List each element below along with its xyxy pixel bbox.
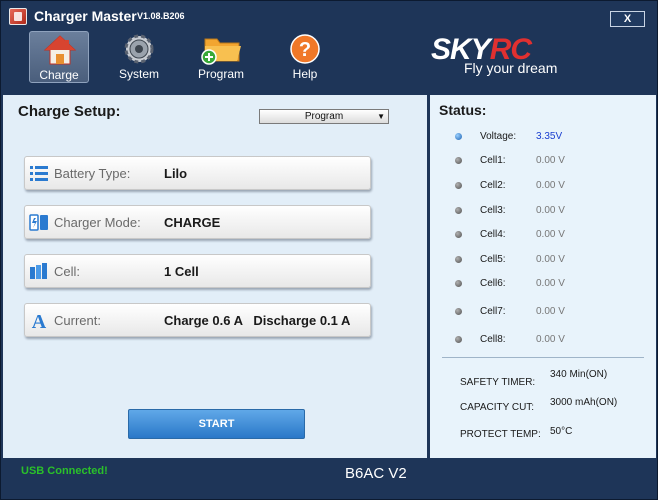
- battery-mode-icon: [29, 214, 48, 231]
- svg-text:A: A: [32, 311, 47, 330]
- status-led-icon: [455, 182, 462, 189]
- charge-setup-panel: Charge Setup: Program ▼ Battery Type: Li…: [3, 95, 427, 458]
- status-value: 0.00 V: [536, 254, 565, 265]
- status-led-icon: [455, 133, 462, 140]
- status-row-cell8: Cell8: 0.00 V: [430, 333, 656, 347]
- tab-system[interactable]: System: [109, 31, 169, 83]
- current-value: Charge 0.6 A Discharge 0.1 A: [164, 313, 351, 328]
- status-led-icon: [455, 336, 462, 343]
- current-row[interactable]: A Current: Charge 0.6 A Discharge 0.1 A: [24, 303, 371, 337]
- tab-system-label: System: [118, 67, 159, 81]
- question-icon: ?: [290, 34, 320, 64]
- svg-text:?: ?: [299, 39, 311, 61]
- status-bar: USB Connected! B6AC V2: [1, 460, 657, 499]
- current-label: Current:: [54, 313, 101, 328]
- house-icon: [43, 35, 77, 65]
- charge-setup-title: Charge Setup:: [18, 103, 121, 120]
- status-value: 0.00 V: [536, 334, 565, 345]
- protect-temp-value: 50°C: [550, 426, 573, 437]
- device-model: B6AC V2: [345, 465, 407, 482]
- status-label: Cell4:: [480, 229, 506, 240]
- tab-charge[interactable]: Charge: [29, 31, 89, 83]
- capacity-cut-label: CAPACITY CUT:: [460, 402, 535, 413]
- status-value: 0.00 V: [536, 306, 565, 317]
- chevron-down-icon: ▼: [377, 112, 385, 121]
- status-title: Status:: [439, 102, 487, 118]
- cell-label: Cell:: [54, 264, 81, 279]
- current-icon: A: [32, 311, 47, 330]
- usb-status: USB Connected!: [21, 465, 108, 477]
- charger-mode-label: Charger Mode:: [54, 215, 141, 230]
- gear-icon: [124, 34, 154, 64]
- status-label: Cell7:: [480, 306, 506, 317]
- status-value: 0.00 V: [536, 180, 565, 191]
- status-row-cell3: Cell3: 0.00 V: [430, 204, 656, 218]
- cell-value: 1 Cell: [164, 264, 199, 279]
- status-label: Cell8:: [480, 334, 506, 345]
- app-title: Charger Master: [34, 8, 137, 24]
- brand-slogan: Fly your dream: [464, 60, 558, 76]
- tab-help-label: Help: [292, 67, 318, 81]
- tab-program-label: Program: [197, 67, 244, 81]
- status-value: 0.00 V: [536, 155, 565, 166]
- status-led-icon: [455, 231, 462, 238]
- status-divider: [442, 357, 644, 358]
- status-row-voltage: Voltage: 3.35V: [430, 130, 656, 144]
- status-row-cell1: Cell1: 0.00 V: [430, 154, 656, 168]
- safety-timer-label: SAFETY TIMER:: [460, 377, 536, 388]
- program-select-value: Program: [304, 111, 344, 122]
- folder-add-icon: [201, 38, 241, 65]
- battery-type-label: Battery Type:: [54, 166, 131, 181]
- status-led-icon: [455, 256, 462, 263]
- tab-help[interactable]: ? Help: [275, 31, 335, 83]
- battery-type-row[interactable]: Battery Type: Lilo: [24, 156, 371, 190]
- status-led-icon: [455, 308, 462, 315]
- status-row-cell5: Cell5: 0.00 V: [430, 253, 656, 267]
- tab-program[interactable]: Program: [191, 31, 251, 83]
- app-version: V1.08.B206: [137, 11, 185, 21]
- status-led-icon: [455, 157, 462, 164]
- status-value: 0.00 V: [536, 278, 565, 289]
- charger-mode-row[interactable]: Charger Mode: CHARGE: [24, 205, 371, 239]
- tab-charge-label: Charge: [39, 68, 79, 82]
- status-label: Cell2:: [480, 180, 506, 191]
- charger-mode-value: CHARGE: [164, 215, 221, 230]
- app-icon: [9, 8, 27, 25]
- start-button[interactable]: START: [128, 409, 305, 439]
- status-label: Cell5:: [480, 254, 506, 265]
- cells-icon: [30, 263, 47, 279]
- charger-master-window: Charger Master V1.08.B206 X Charge Syste…: [0, 0, 658, 500]
- cell-row[interactable]: Cell: 1 Cell: [24, 254, 371, 288]
- status-row-cell6: Cell6: 0.00 V: [430, 277, 656, 291]
- status-label: Voltage:: [480, 131, 517, 142]
- battery-type-value: Lilo: [164, 166, 188, 181]
- status-value: 0.00 V: [536, 205, 565, 216]
- safety-timer-value: 340 Min(ON): [550, 369, 608, 380]
- status-value: 3.35V: [536, 131, 563, 142]
- status-led-icon: [455, 280, 462, 287]
- protect-temp-label: PROTECT TEMP:: [460, 429, 541, 440]
- status-panel: Status: Voltage: 3.35V Cell1: 0.00 V Cel…: [430, 95, 656, 458]
- close-button[interactable]: X: [610, 11, 645, 27]
- status-label: Cell3:: [480, 205, 506, 216]
- status-value: 0.00 V: [536, 229, 565, 240]
- status-label: Cell6:: [480, 278, 506, 289]
- status-row-cell7: Cell7: 0.00 V: [430, 305, 656, 319]
- capacity-cut-value: 3000 mAh(ON): [550, 397, 618, 408]
- toolbar: Charge System Program ? Help SKYRC Fly y…: [1, 31, 657, 89]
- title-bar: Charger Master V1.08.B206 X: [1, 1, 657, 31]
- list-icon: [30, 166, 48, 181]
- status-led-icon: [455, 207, 462, 214]
- status-row-cell4: Cell4: 0.00 V: [430, 228, 656, 242]
- program-select[interactable]: Program ▼: [259, 109, 389, 124]
- status-label: Cell1:: [480, 155, 506, 166]
- status-row-cell2: Cell2: 0.00 V: [430, 179, 656, 193]
